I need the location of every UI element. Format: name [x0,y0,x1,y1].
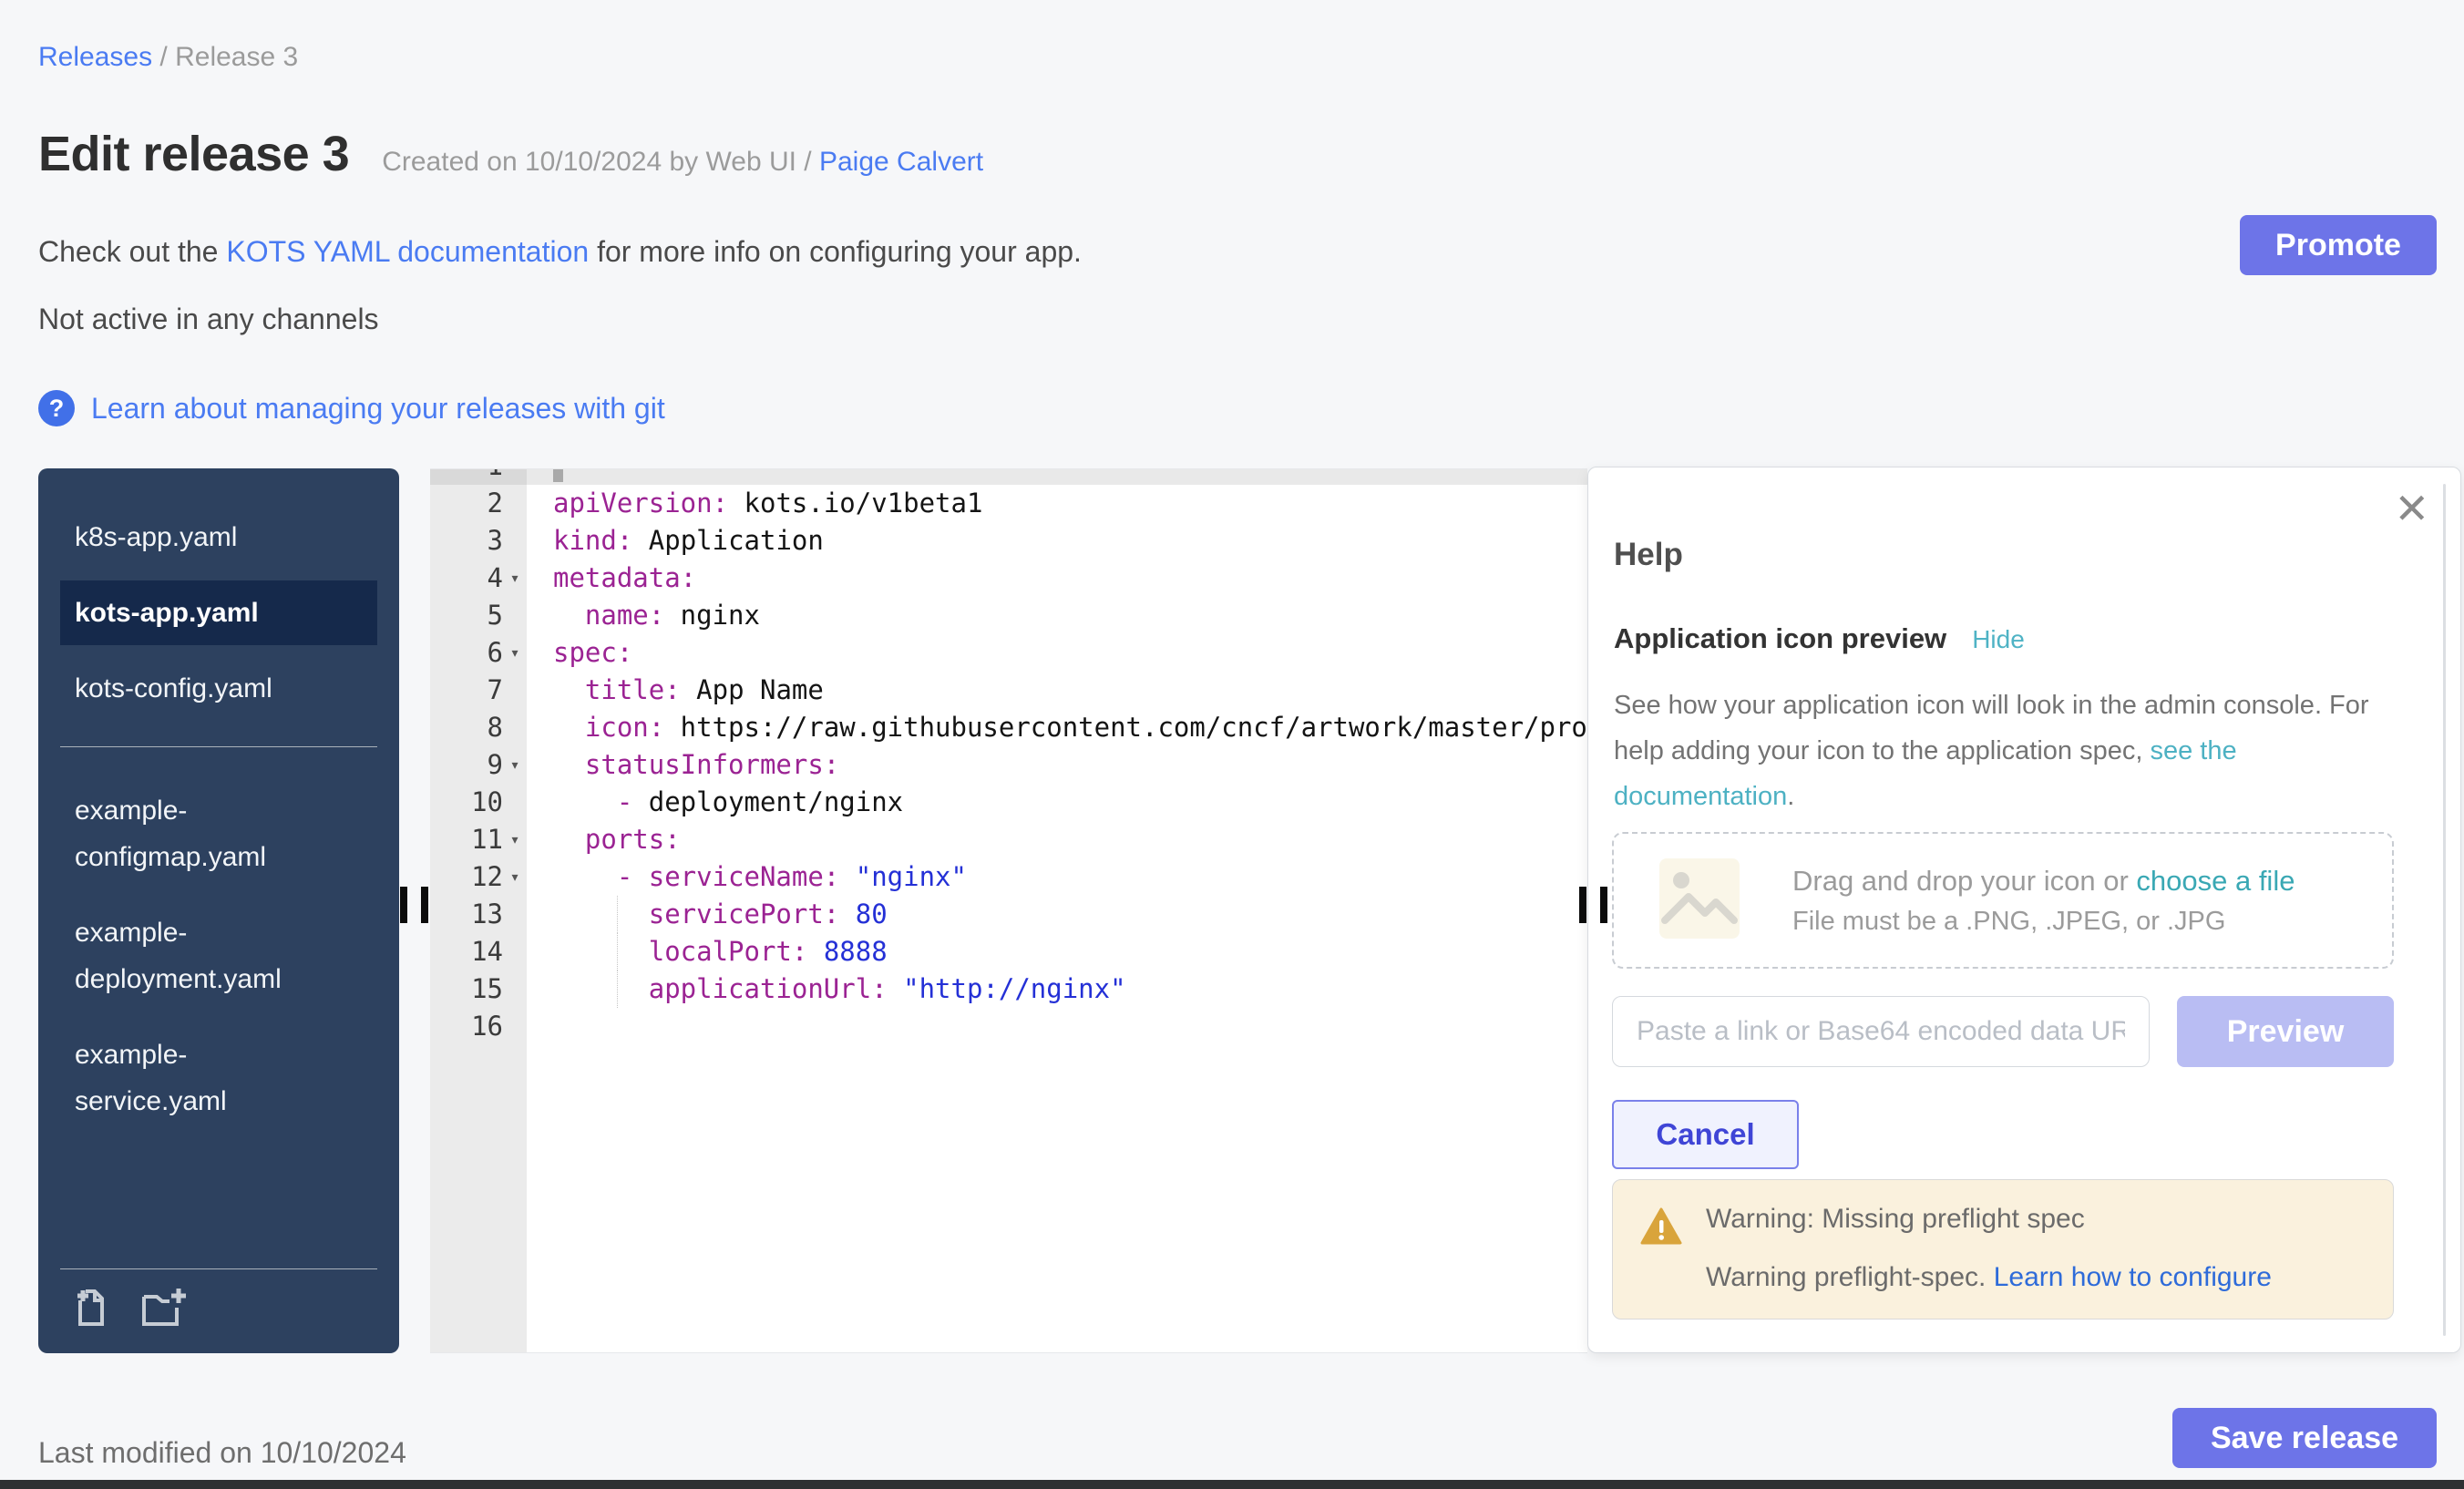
gutter-line-12: 12▾ [430,858,527,896]
help-resize-handle-bar-1[interactable] [1579,887,1586,923]
code-line-16[interactable] [527,1008,1587,1045]
fold-caret-icon[interactable]: ▾ [503,746,527,784]
code-line-6[interactable]: spec: [527,634,1587,672]
code-line-12[interactable]: - serviceName: "nginx" [527,858,1587,896]
code-line-2[interactable]: apiVersion: kots.io/v1beta1 [527,485,1587,522]
code-line-8[interactable]: icon: https://raw.githubusercontent.com/… [527,709,1587,746]
fold-caret-icon[interactable]: ▾ [503,634,527,672]
help-panel: ✕ Help Application icon preview Hide See… [1587,467,2461,1353]
code-line-15[interactable]: applicationUrl: "http://nginx" [527,970,1587,1008]
sidebar-resize-handle-bar-2[interactable] [421,887,428,923]
help-resize-handle-bar-2[interactable] [1600,887,1607,923]
fold-caret-icon[interactable]: ▾ [503,858,527,896]
breadcrumb-separator: / [159,42,175,72]
file-item-kots-config.yaml[interactable]: kots-config.yaml [60,656,352,721]
text-cursor [553,468,563,482]
code-line-13[interactable]: servicePort: 80 [527,896,1587,933]
fold-caret-icon[interactable]: ▾ [503,821,527,858]
help-section-header: Application icon preview Hide [1614,622,2025,655]
breadcrumb: Releases / Release 3 [38,42,298,73]
code-line-3[interactable]: kind: Application [527,522,1587,560]
add-file-icon[interactable] [71,1288,113,1330]
warning-detail: Warning preflight-spec. Learn how to con… [1706,1262,2272,1293]
bottom-strip [0,1480,2464,1489]
file-item-example-service.yaml[interactable]: example-service.yaml [60,1022,352,1134]
sidebar-resize-handle-bar-1[interactable] [400,887,407,923]
close-icon[interactable]: ✕ [2394,488,2429,529]
cancel-button[interactable]: Cancel [1612,1100,1799,1169]
sidebar-footer [60,1268,377,1339]
code-line-7[interactable]: title: App Name [527,672,1587,709]
editor-gutter: 1234▾56▾789▾1011▾12▾13141516 [430,468,527,1352]
icon-dropzone[interactable]: Drag and drop your icon or choose a file… [1612,832,2394,969]
gutter-line-10: 10 [430,784,527,821]
sidebar-divider [60,746,377,747]
yaml-editor[interactable]: 1234▾56▾789▾1011▾12▾13141516 ---apiVersi… [430,468,1587,1353]
add-folder-icon[interactable] [140,1288,188,1330]
dropzone-text: Drag and drop your icon or choose a file [1792,865,2295,898]
last-modified-text: Last modified on 10/10/2024 [38,1436,406,1470]
file-item-kots-app.yaml[interactable]: kots-app.yaml [60,580,377,645]
file-item-example-deployment.yaml[interactable]: example-deployment.yaml [60,900,352,1011]
file-list: k8s-app.yaml kots-app.yaml kots-config.yam… [60,505,377,1134]
file-item-k8s-app.yaml[interactable]: k8s-app.yaml [60,505,352,570]
gutter-line-8: 8 [430,709,527,746]
editor-code[interactable]: ---apiVersion: kots.io/v1beta1kind: Appl… [527,468,1587,1352]
warning-icon [1640,1207,1682,1295]
help-title: Help [1614,537,1683,573]
hide-link[interactable]: Hide [1972,625,2025,654]
preview-button[interactable]: Preview [2177,996,2394,1067]
title-row: Edit release 3 Created on 10/10/2024 by … [38,126,983,182]
code-line-1[interactable]: --- [527,468,1587,485]
help-body-text: See how your application icon will look … [1614,683,2379,819]
code-line-4[interactable]: metadata: [527,560,1587,597]
git-help-row: ? Learn about managing your releases wit… [38,390,665,426]
gutter-line-11: 11▾ [430,821,527,858]
question-icon[interactable]: ? [38,390,75,426]
icon-url-row: Preview [1612,996,2394,1067]
gutter-line-13: 13 [430,896,527,933]
code-line-10[interactable]: - deployment/nginx [527,784,1587,821]
gutter-line-6: 6▾ [430,634,527,672]
code-line-11[interactable]: ports: [527,821,1587,858]
gutter-line-15: 15 [430,970,527,1008]
fold-caret-icon[interactable]: ▾ [503,560,527,597]
save-release-button[interactable]: Save release [2172,1408,2437,1468]
choose-file-link[interactable]: choose a file [2136,865,2295,897]
file-item-example-configmap.yaml[interactable]: example-configmap.yaml [60,778,352,889]
gutter-line-5: 5 [430,597,527,634]
help-scrollbar[interactable] [2443,484,2446,1336]
gutter-line-2: 2 [430,485,527,522]
code-line-9[interactable]: statusInformers: [527,746,1587,784]
kots-yaml-doc-link[interactable]: KOTS YAML documentation [226,235,589,268]
warning-title: Warning: Missing preflight spec [1706,1204,2272,1235]
warning-card: Warning: Missing preflight spec Warning … [1612,1179,2394,1320]
file-sidebar: k8s-app.yaml kots-app.yaml kots-config.yam… [38,468,399,1353]
breadcrumb-releases-link[interactable]: Releases [38,42,152,72]
code-line-5[interactable]: name: nginx [527,597,1587,634]
gutter-line-16: 16 [430,1008,527,1045]
learn-configure-link[interactable]: Learn how to configure [1994,1262,2272,1292]
channel-status: Not active in any channels [38,303,379,336]
gutter-line-3: 3 [430,522,527,560]
gutter-line-7: 7 [430,672,527,709]
code-line-14[interactable]: localPort: 8888 [527,933,1587,970]
promote-button[interactable]: Promote [2240,215,2437,275]
icon-url-input[interactable] [1612,996,2150,1067]
doc-line: Check out the KOTS YAML documentation fo… [38,235,1082,269]
git-help-link[interactable]: Learn about managing your releases with … [91,392,665,426]
image-placeholder-icon [1658,857,1741,945]
gutter-line-1: 1 [430,468,527,485]
created-text: Created on 10/10/2024 by Web UI / Paige … [382,147,983,178]
breadcrumb-current: Release 3 [175,42,298,72]
gutter-line-9: 9▾ [430,746,527,784]
created-author-link[interactable]: Paige Calvert [819,147,983,177]
application-icon-preview-title: Application icon preview [1614,622,1946,655]
dropzone-hint: File must be a .PNG, .JPEG, or .JPG [1792,907,2295,937]
gutter-line-4: 4▾ [430,560,527,597]
gutter-line-14: 14 [430,933,527,970]
page-title: Edit release 3 [38,126,349,182]
